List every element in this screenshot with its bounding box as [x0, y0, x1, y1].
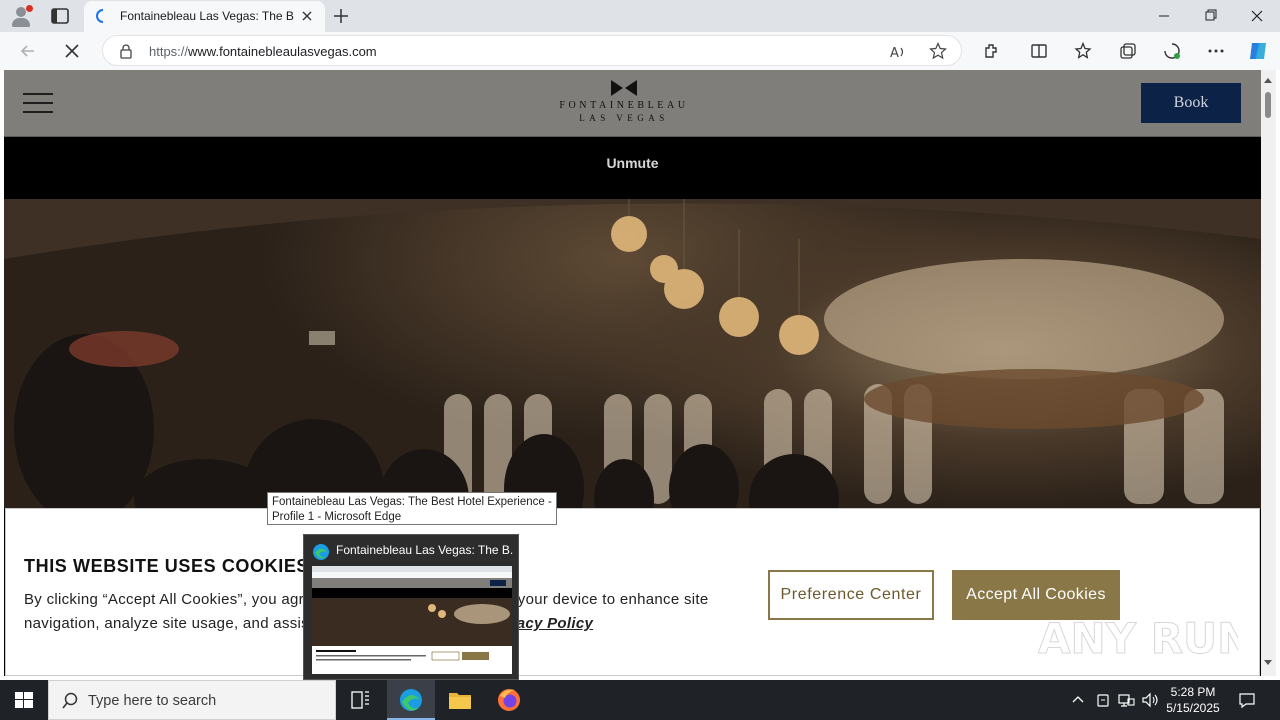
- volume-icon[interactable]: [1140, 690, 1160, 710]
- windows-start-icon[interactable]: [0, 680, 48, 720]
- network-icon[interactable]: [1116, 690, 1136, 710]
- firefox-icon[interactable]: [485, 680, 533, 720]
- tab-title: Fontainebleau Las Vegas: The Best Hotel …: [120, 9, 294, 23]
- svg-text:A: A: [890, 46, 899, 61]
- split-screen-icon[interactable]: [1029, 41, 1049, 61]
- extensions-icon[interactable]: [981, 41, 1001, 61]
- settings-more-icon[interactable]: [1206, 41, 1226, 61]
- page-viewport: FONTAINEBLEAU LAS VEGAS Book Unmute THIS…: [4, 70, 1261, 676]
- windows-taskbar: Type here to search 5:28 PM 5/15/2025: [0, 680, 1280, 720]
- preference-center-button[interactable]: Preference Center: [768, 570, 934, 620]
- taskbar-edge-button[interactable]: [387, 680, 435, 720]
- edge-icon: [313, 544, 329, 560]
- preview-title: Fontainebleau Las Vegas: The B...: [336, 543, 514, 557]
- hero-video[interactable]: [4, 199, 1261, 509]
- favorites-icon[interactable]: [1074, 41, 1094, 61]
- scrollbar-thumb[interactable]: [1265, 92, 1271, 118]
- close-tab-icon[interactable]: [300, 9, 314, 23]
- logo-city: LAS VEGAS: [579, 113, 669, 123]
- edge-taskbar-icon: [400, 689, 422, 711]
- bowtie-logo-icon: [611, 80, 637, 96]
- browser-toolbar: https://www.fontainebleaulasvegas.com A: [0, 32, 1280, 70]
- taskbar-search-box[interactable]: Type here to search: [48, 680, 336, 720]
- browser-essentials-icon[interactable]: [1162, 41, 1182, 61]
- show-hidden-icons-icon[interactable]: [1068, 690, 1088, 710]
- logo-name: FONTAINEBLEAU: [559, 100, 689, 111]
- preview-screenshot: [312, 566, 512, 674]
- video-control-bar: Unmute: [4, 137, 1261, 199]
- book-button[interactable]: Book: [1141, 83, 1241, 123]
- page-scrollbar[interactable]: [1261, 70, 1276, 676]
- address-bar[interactable]: https://www.fontainebleaulasvegas.com A: [102, 35, 962, 66]
- tab-actions-icon[interactable]: [50, 7, 70, 25]
- clock-time: 5:28 PM: [1170, 685, 1216, 699]
- site-header: FONTAINEBLEAU LAS VEGAS Book: [4, 70, 1261, 137]
- back-arrow-icon[interactable]: [18, 41, 38, 61]
- search-icon: [62, 692, 78, 709]
- lock-icon[interactable]: [119, 44, 133, 59]
- menu-hamburger-icon[interactable]: [23, 93, 55, 114]
- svg-text:ANY RUN: ANY RUN: [1038, 614, 1238, 663]
- taskbar-tooltip: Fontainebleau Las Vegas: The Best Hotel …: [267, 492, 557, 525]
- fontainebleau-logo[interactable]: FONTAINEBLEAU LAS VEGAS: [544, 79, 704, 129]
- restore-icon[interactable]: [1187, 4, 1233, 28]
- hero-video-frame: [4, 199, 1261, 509]
- taskbar-window-preview[interactable]: Fontainebleau Las Vegas: The B...: [303, 534, 519, 680]
- copilot-icon[interactable]: [1246, 39, 1270, 63]
- search-placeholder: Type here to search: [88, 693, 217, 709]
- profile-avatar-icon[interactable]: [8, 4, 34, 28]
- stop-loading-icon[interactable]: [62, 41, 82, 61]
- device-icon[interactable]: [1093, 690, 1113, 710]
- close-window-icon[interactable]: [1234, 4, 1280, 28]
- collections-icon[interactable]: [1118, 41, 1138, 61]
- url-text[interactable]: https://www.fontainebleaulasvegas.com: [149, 44, 377, 59]
- anyrun-watermark: ANY RUN: [1038, 614, 1238, 664]
- browser-tab-bar: Fontainebleau Las Vegas: The Best Hotel …: [0, 0, 1280, 32]
- unmute-button[interactable]: Unmute: [4, 155, 1261, 171]
- clock-date: 5/15/2025: [1166, 701, 1220, 715]
- scroll-down-icon[interactable]: [1264, 660, 1272, 665]
- minimize-icon[interactable]: [1140, 4, 1186, 28]
- browser-tab-active[interactable]: Fontainebleau Las Vegas: The Best Hotel …: [84, 1, 325, 32]
- new-tab-icon[interactable]: [332, 7, 350, 25]
- favorite-star-icon[interactable]: [929, 42, 947, 60]
- preview-screenshot-image: [312, 566, 512, 674]
- task-view-icon[interactable]: [336, 680, 384, 720]
- scroll-up-icon[interactable]: [1264, 78, 1272, 83]
- cookie-heading: THIS WEBSITE USES COOKIES: [24, 556, 310, 576]
- file-explorer-icon[interactable]: [436, 680, 484, 720]
- notifications-icon[interactable]: [1237, 690, 1257, 710]
- system-clock[interactable]: 5:28 PM 5/15/2025: [1163, 684, 1223, 716]
- read-aloud-icon[interactable]: A: [889, 43, 907, 61]
- loading-favicon-icon: [96, 9, 104, 23]
